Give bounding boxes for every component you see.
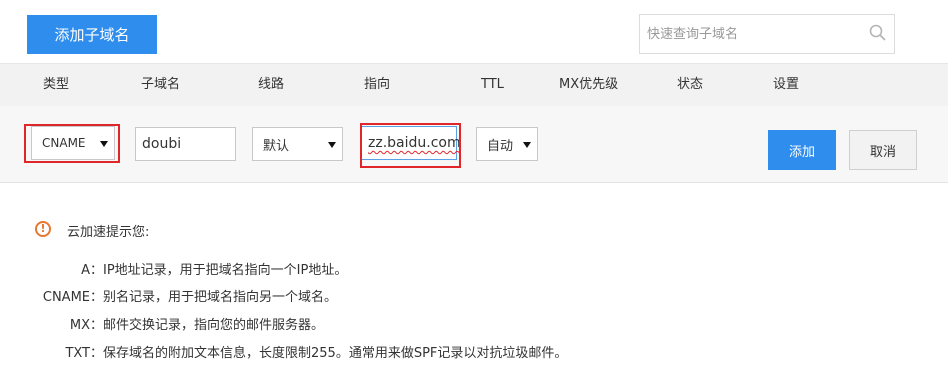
header-target: 指向: [364, 77, 391, 92]
header-ttl: TTL: [481, 77, 504, 92]
tip-item-a: A：IP地址记录，用于把域名指向一个IP地址。: [0, 261, 347, 281]
tip-desc: ：别名记录，用于把域名指向另一个域名。: [90, 290, 338, 305]
subdomain-input-value: doubi: [142, 136, 182, 152]
add-subdomain-button[interactable]: 添加子域名: [27, 15, 157, 54]
tip-desc: ：邮件交换记录，指向您的邮件服务器。: [90, 318, 325, 333]
search-icon[interactable]: [868, 23, 888, 43]
target-highlight-frame: [360, 123, 461, 168]
tip-key: MX: [69, 318, 90, 333]
record-edit-row: CNAME doubi 默认 zz.baidu.com 自动 添加 取消: [0, 106, 948, 183]
search-box[interactable]: [639, 14, 895, 54]
tip-key: TXT: [65, 346, 90, 361]
tip-desc: ：保存域名的附加文本信息，长度限制255。通常用来做SPF记录以对抗垃圾邮件。: [90, 346, 568, 361]
header-line: 线路: [258, 77, 285, 92]
tips-panel: ! 云加速提示您: A：IP地址记录，用于把域名指向一个IP地址。 CNAME：…: [0, 184, 948, 375]
tip-desc: ：IP地址记录，用于把域名指向一个IP地址。: [90, 263, 348, 278]
chevron-down-icon: [328, 142, 336, 148]
subdomain-input[interactable]: doubi: [135, 127, 236, 161]
tip-key: A: [81, 263, 90, 278]
add-button[interactable]: 添加: [768, 130, 836, 170]
chevron-down-icon: [523, 142, 531, 148]
line-select-value: 默认: [263, 138, 290, 154]
header-status: 状态: [677, 77, 704, 92]
tip-key: CNAME: [42, 290, 90, 305]
warning-icon: !: [35, 221, 51, 237]
tips-title: 云加速提示您:: [67, 225, 150, 240]
line-select[interactable]: 默认: [252, 127, 343, 161]
header-subdomain: 子域名: [141, 77, 181, 92]
header-type: 类型: [43, 77, 70, 92]
ttl-select-value: 自动: [487, 138, 513, 154]
type-highlight-frame: [24, 124, 120, 163]
table-header: 类型 子域名 线路 指向 TTL MX优先级 状态 设置: [0, 64, 948, 106]
ttl-select[interactable]: 自动: [476, 127, 538, 161]
cancel-button[interactable]: 取消: [849, 130, 917, 170]
tip-item-mx: MX：邮件交换记录，指向您的邮件服务器。: [0, 316, 324, 336]
top-bar: 添加子域名: [0, 0, 948, 64]
search-input[interactable]: [640, 15, 860, 53]
header-settings: 设置: [773, 77, 800, 92]
tip-item-txt: TXT：保存域名的附加文本信息，长度限制255。通常用来做SPF记录以对抗垃圾邮…: [0, 344, 567, 364]
tip-item-cname: CNAME：别名记录，用于把域名指向另一个域名。: [0, 288, 337, 308]
header-mx-priority: MX优先级: [559, 77, 619, 92]
